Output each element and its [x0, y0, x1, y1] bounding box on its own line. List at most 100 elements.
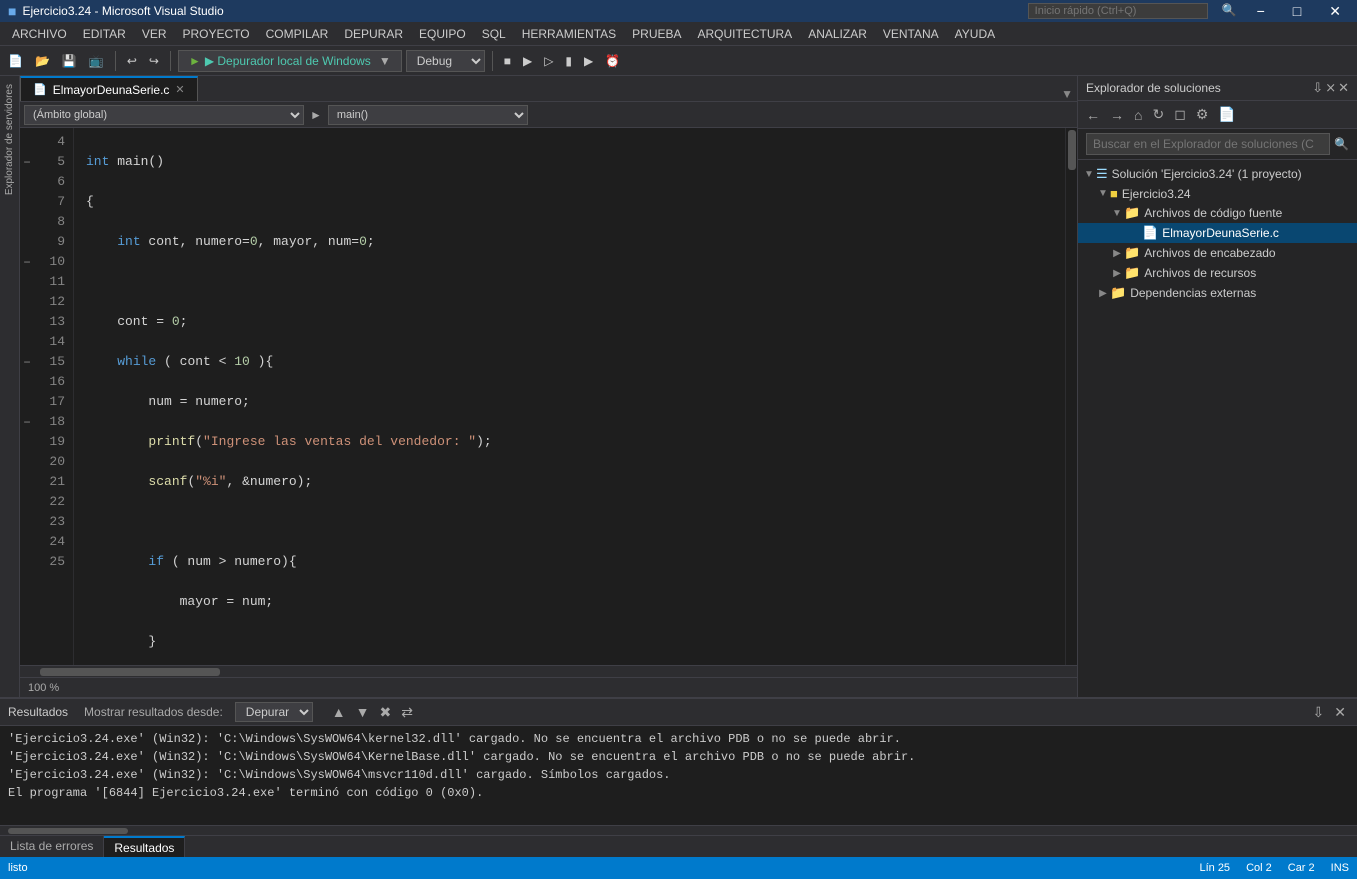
se-properties-btn[interactable]: ⚙: [1192, 104, 1213, 125]
solution-label: Solución 'Ejercicio3.24' (1 proyecto): [1112, 167, 1302, 181]
output-pin-btn[interactable]: ⇩: [1310, 703, 1328, 722]
source-arrow[interactable]: ▼: [1110, 208, 1124, 219]
run-dropdown-arrow[interactable]: ▼: [379, 54, 391, 68]
se-pin-btn[interactable]: ⇩: [1312, 80, 1323, 96]
menu-item-compilar[interactable]: COMPILAR: [258, 25, 337, 43]
toolbar-btn-extra6[interactable]: ⏰: [601, 52, 624, 70]
tab-resultados[interactable]: Resultados: [104, 836, 185, 857]
toolbar-btn-extra4[interactable]: ▮: [561, 52, 576, 70]
output-close-btn[interactable]: ✕: [1331, 703, 1349, 722]
code-content[interactable]: int main() { int cont, numero=0, mayor, …: [74, 128, 1077, 665]
undo-btn[interactable]: ↩: [123, 52, 141, 70]
se-show-files-btn[interactable]: 📄: [1214, 104, 1239, 125]
menu-item-ventana[interactable]: VENTANA: [875, 25, 947, 43]
output-clear-btn[interactable]: ✖: [377, 703, 395, 722]
resources-arrow[interactable]: ▶: [1110, 268, 1124, 279]
output-filter-dropdown[interactable]: Depurar: [235, 702, 313, 722]
config-dropdown[interactable]: Debug Release: [406, 50, 485, 72]
ext-deps-arrow[interactable]: ▶: [1096, 288, 1110, 299]
se-search: 🔍: [1078, 129, 1357, 160]
resources-folder-icon: 📁: [1124, 265, 1140, 281]
tree-item-header-folder[interactable]: ▶ 📁 Archivos de encabezado: [1078, 243, 1357, 263]
menu-item-editar[interactable]: EDITAR: [75, 25, 134, 43]
tree-item-project[interactable]: ▼ ■ Ejercicio3.24: [1078, 184, 1357, 203]
open-file-btn[interactable]: 📂: [31, 52, 54, 70]
menu-item-analizar[interactable]: ANALIZAR: [800, 25, 875, 43]
menu-item-archivo[interactable]: ARCHIVO: [4, 25, 75, 43]
se-pin-controls[interactable]: ⇩ ⨯ ✕: [1312, 80, 1349, 96]
maximize-btn[interactable]: □: [1285, 3, 1309, 20]
tree-item-source-file[interactable]: 📄 ElmayorDeunaSerie.c: [1078, 223, 1357, 243]
se-collapse-btn[interactable]: ◻: [1170, 104, 1190, 125]
tree-item-solution[interactable]: ▼ ☰ Solución 'Ejercicio3.24' (1 proyecto…: [1078, 164, 1357, 184]
se-home-btn[interactable]: ⌂: [1130, 104, 1146, 125]
toolbar-btn-extra1[interactable]: ■: [500, 52, 515, 70]
title-bar-controls[interactable]: 🔍 − □ ✕: [1028, 3, 1349, 20]
zoom-bar: 100 %: [20, 677, 1077, 697]
menu-item-herramientas[interactable]: HERRAMIENTAS: [514, 25, 624, 43]
tab-label: ElmayorDeunaSerie.c: [53, 83, 170, 97]
menu-item-ayuda[interactable]: AYUDA: [947, 25, 1003, 43]
toolbar-btn-extra5[interactable]: ▶: [580, 52, 597, 70]
se-back-btn[interactable]: ←: [1082, 104, 1104, 125]
tab-dropdown-btn[interactable]: ▼: [1057, 87, 1077, 101]
solution-arrow[interactable]: ▼: [1082, 169, 1096, 180]
window-title: Ejercicio3.24 - Microsoft Visual Studio: [22, 4, 223, 18]
nav-icon-btn[interactable]: ►: [306, 108, 326, 122]
code-line-10: num = numero;: [86, 392, 1077, 412]
menu-item-proyecto[interactable]: PROYECTO: [175, 25, 258, 43]
scope-dropdown[interactable]: (Ámbito global): [24, 105, 304, 125]
server-explorer-label[interactable]: Explorador de servidores: [4, 80, 15, 199]
toolbar-btn-extra2[interactable]: ▶: [519, 52, 536, 70]
save-all-btn[interactable]: 📺: [85, 52, 108, 70]
menu-item-depurar[interactable]: DEPURAR: [336, 25, 411, 43]
output-scroll-down-btn[interactable]: ▼: [353, 703, 373, 721]
output-tabs: Lista de errores Resultados: [0, 835, 1357, 857]
menu-item-ver[interactable]: VER: [134, 25, 175, 43]
minimize-btn[interactable]: −: [1249, 3, 1273, 20]
se-search-input[interactable]: [1086, 133, 1330, 155]
close-btn[interactable]: ✕: [1321, 3, 1349, 20]
save-btn[interactable]: 💾: [58, 52, 81, 70]
output-scroll-up-btn[interactable]: ▲: [329, 703, 349, 721]
code-line-12: scanf("%i", &numero);: [86, 472, 1077, 492]
tab-elmayordeunaserie[interactable]: 📄 ElmayorDeunaSerie.c ✕: [20, 76, 198, 101]
tab-lista-errores[interactable]: Lista de errores: [0, 836, 104, 857]
project-arrow[interactable]: ▼: [1096, 188, 1110, 199]
output-line-4: El programa '[6844] Ejercicio3.24.exe' t…: [8, 784, 1349, 802]
vertical-scrollbar[interactable]: [1065, 128, 1077, 665]
output-line-1: 'Ejercicio3.24.exe' (Win32): 'C:\Windows…: [8, 730, 1349, 748]
c-file-icon: 📄: [1142, 225, 1158, 241]
new-file-btn[interactable]: 📄: [4, 52, 27, 70]
tree-item-source-folder[interactable]: ▼ 📁 Archivos de código fuente: [1078, 203, 1357, 223]
code-editor[interactable]: − − − −: [20, 128, 1077, 665]
run-debugger-btn[interactable]: ► ▶ Depurador local de Windows ▼: [178, 50, 402, 72]
output-scrollbar[interactable]: [0, 825, 1357, 835]
bottom-scrollbar[interactable]: [20, 665, 1077, 677]
separator-3: [492, 51, 493, 71]
header-arrow[interactable]: ▶: [1110, 248, 1124, 259]
se-toolbar: ← → ⌂ ↻ ◻ ⚙ 📄: [1078, 101, 1357, 129]
menu-item-sql[interactable]: SQL: [474, 25, 514, 43]
code-line-9: while ( cont < 10 ){: [86, 352, 1077, 372]
tree-item-ext-deps[interactable]: ▶ 📁 Dependencias externas: [1078, 283, 1357, 303]
method-dropdown[interactable]: main(): [328, 105, 528, 125]
tree-item-resources-folder[interactable]: ▶ 📁 Archivos de recursos: [1078, 263, 1357, 283]
se-auto-hide-btn[interactable]: ⨯: [1325, 80, 1336, 96]
se-forward-btn[interactable]: →: [1106, 104, 1128, 125]
menu-item-prueba[interactable]: PRUEBA: [624, 25, 689, 43]
code-gutter: − − − −: [20, 128, 34, 665]
menu-item-equipo[interactable]: EQUIPO: [411, 25, 474, 43]
toolbar-btn-extra3[interactable]: ▷: [540, 52, 557, 70]
quick-launch-input[interactable]: [1028, 3, 1208, 19]
se-close-btn[interactable]: ✕: [1338, 80, 1349, 96]
redo-btn[interactable]: ↪: [145, 52, 163, 70]
editor-area: 📄 ElmayorDeunaSerie.c ✕ ▼ (Ámbito global…: [20, 76, 1077, 697]
output-word-wrap-btn[interactable]: ⇄: [398, 703, 416, 722]
tab-close-btn[interactable]: ✕: [175, 83, 184, 96]
zoom-value[interactable]: 100 %: [28, 682, 59, 694]
menu-item-arquitectura[interactable]: ARQUITECTURA: [690, 25, 801, 43]
se-refresh-btn[interactable]: ↻: [1148, 104, 1168, 125]
project-icon: ■: [1110, 186, 1118, 201]
status-car: Car 2: [1288, 862, 1315, 874]
